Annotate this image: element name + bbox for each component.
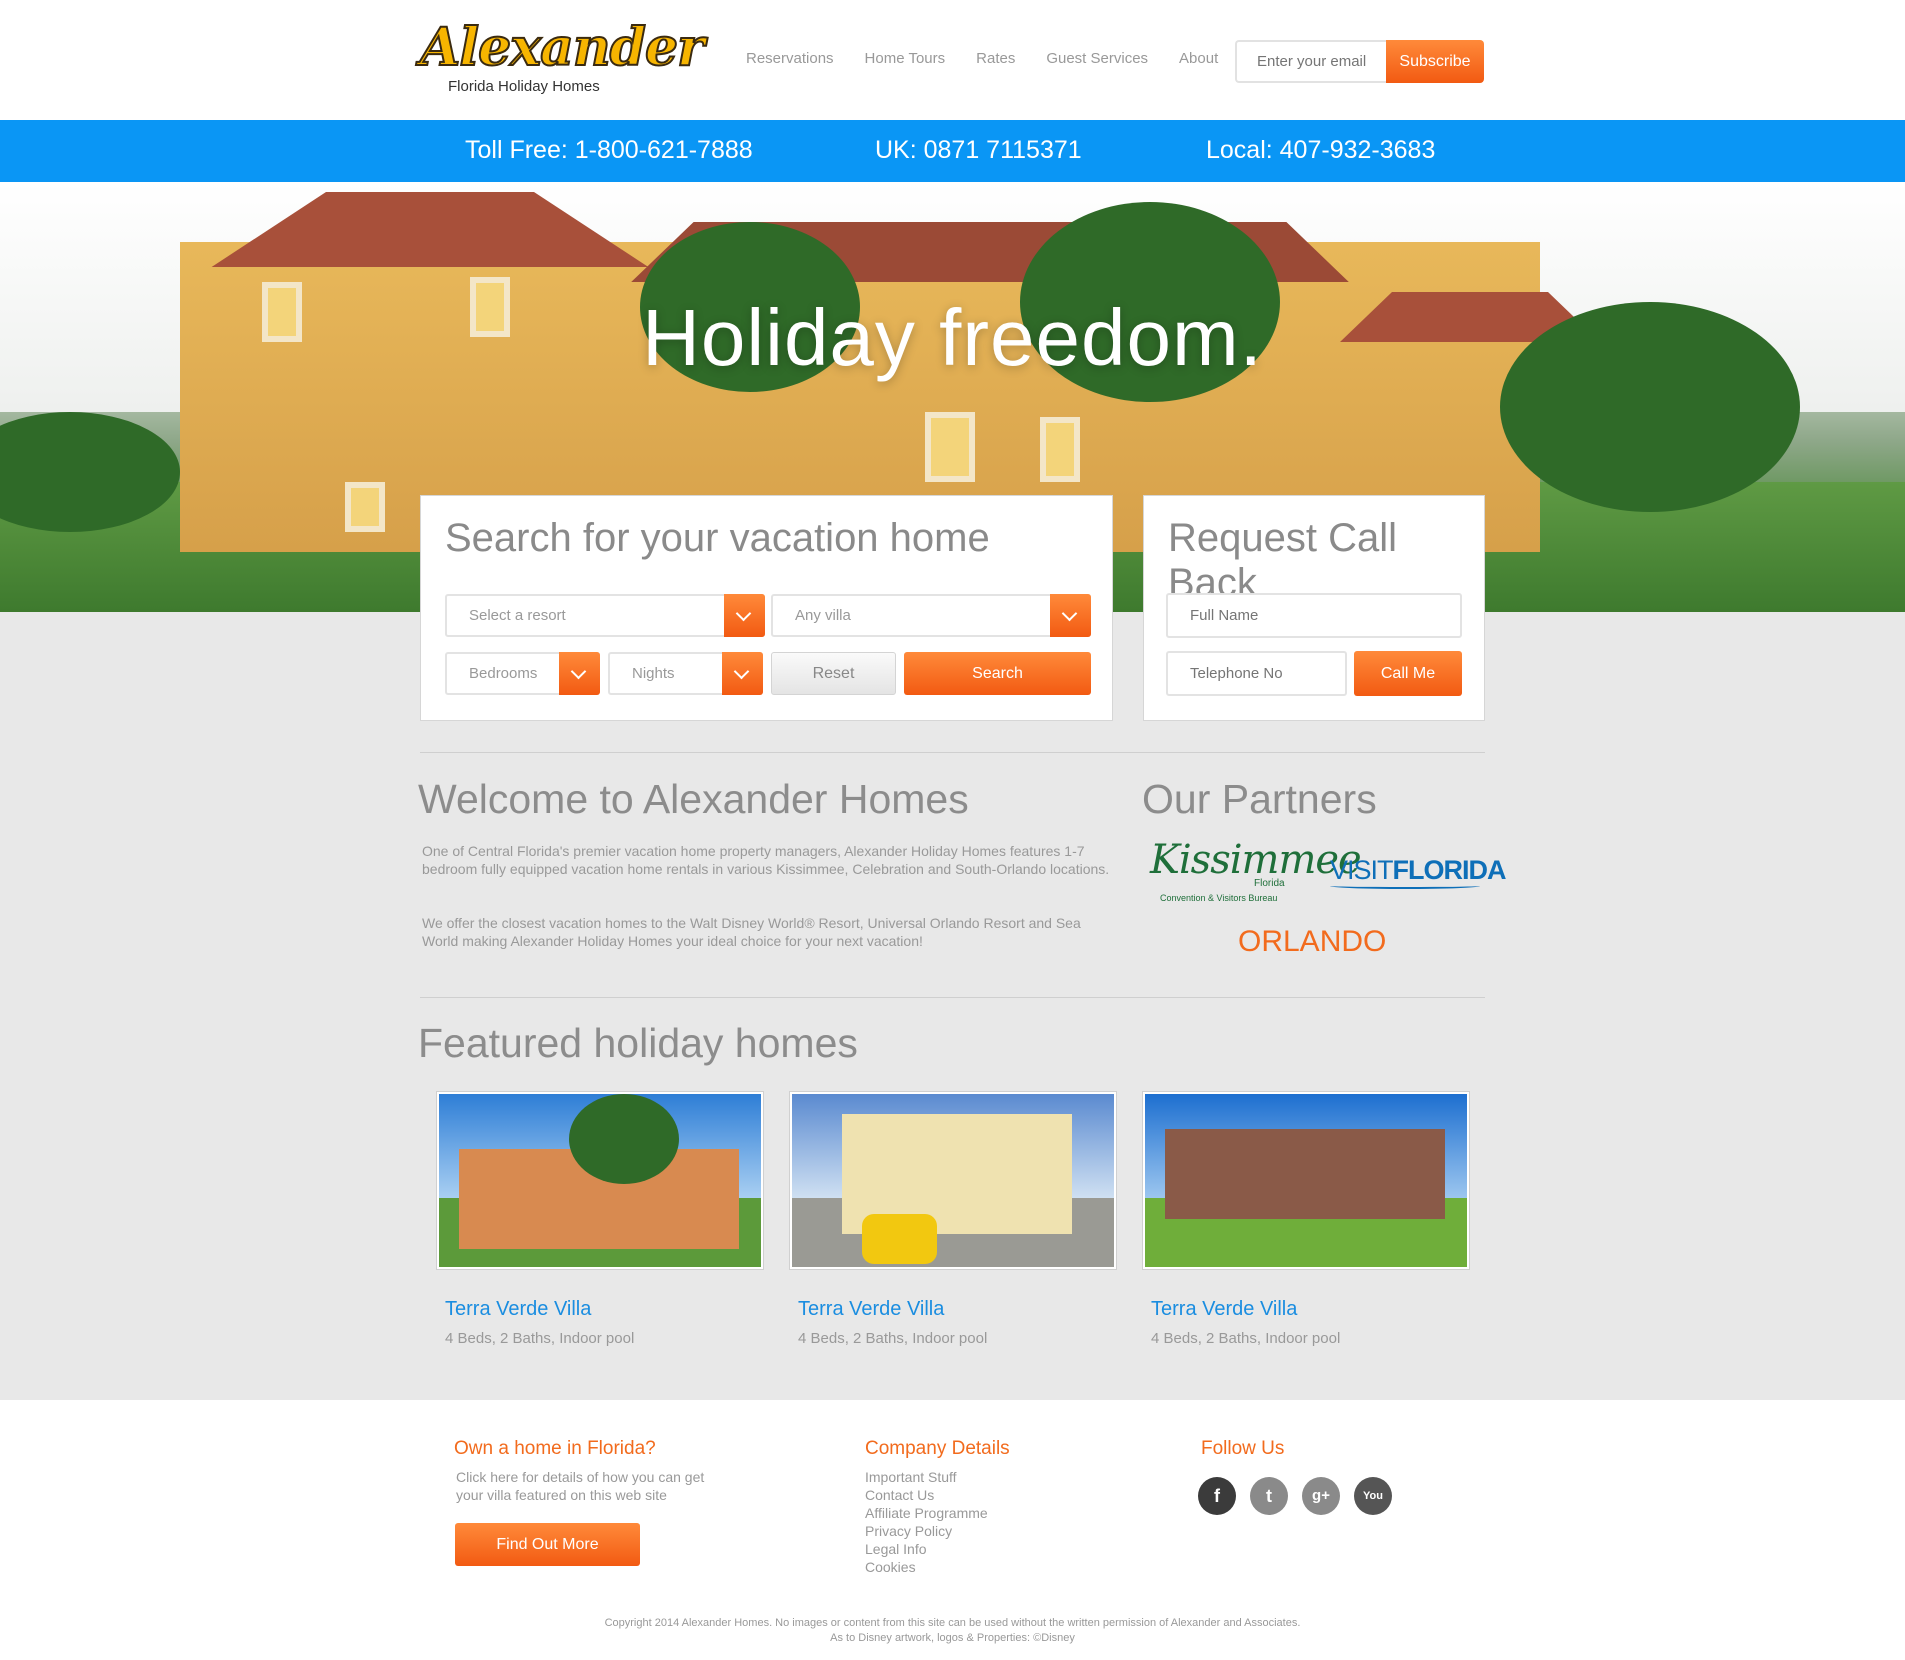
kissimmee-wordmark: Kissimmee [1150,837,1362,883]
photo-house [1165,1129,1445,1219]
villa-select-value: Any villa [795,607,851,624]
phone-local[interactable]: Local: 407-932-3683 [1206,136,1435,165]
photo-car [862,1214,937,1264]
chevron-down-icon[interactable] [722,652,763,695]
chevron-down-icon[interactable] [1050,594,1091,637]
search-button[interactable]: Search [904,652,1091,695]
nav-about[interactable]: About [1179,50,1218,67]
call-me-button[interactable]: Call Me [1354,651,1462,696]
partners-title: Our Partners [1142,776,1377,822]
featured-home-details: 4 Beds, 2 Baths, Indoor pool [445,1330,635,1347]
reset-button[interactable]: Reset [771,652,896,695]
featured-home-photo[interactable] [436,1091,764,1270]
featured-home-card[interactable]: Terra Verde Villa 4 Beds, 2 Baths, Indoo… [1142,1091,1470,1347]
full-name-input[interactable] [1166,593,1462,638]
facebook-icon[interactable]: f [1198,1477,1236,1515]
logo-tagline: Florida Holiday Homes [448,78,600,95]
welcome-paragraph: We offer the closest vacation homes to t… [422,915,1081,949]
copyright-line: Copyright 2014 Alexander Homes. No image… [604,1617,1301,1629]
nights-select-value: Nights [632,665,675,682]
hero-window [925,412,975,482]
footer-link-important-stuff[interactable]: Important Stuff [865,1468,988,1486]
nav-rates[interactable]: Rates [976,50,1015,67]
subscribe-button[interactable]: Subscribe [1386,40,1484,83]
nights-select[interactable]: Nights [608,652,763,695]
phone-bar: Toll Free: 1-800-621-7888 UK: 0871 71153… [0,120,1905,182]
search-title: Search for your vacation home [445,516,990,560]
featured-home-photo[interactable] [789,1091,1117,1270]
footer-link-legal-info[interactable]: Legal Info [865,1540,988,1558]
footer-link-cookies[interactable]: Cookies [865,1558,988,1576]
bedrooms-select[interactable]: Bedrooms [445,652,600,695]
visit-florida-word: FLORIDA [1392,855,1507,885]
own-home-title: Own a home in Florida? [454,1438,656,1459]
kissimmee-logo[interactable]: Kissimmee Florida Convention & Visitors … [1150,837,1362,908]
site-header: Alexander Florida Holiday Homes Reservat… [0,0,1905,120]
footer-link-contact-us[interactable]: Contact Us [865,1486,988,1504]
nav-reservations[interactable]: Reservations [746,50,834,67]
visit-florida-logo[interactable]: VISITFLORIDA [1330,855,1506,886]
nav-guest-services[interactable]: Guest Services [1046,50,1148,67]
divider [420,997,1485,998]
logo-wordmark: Alexander [419,17,706,79]
resort-select-value: Select a resort [469,607,566,624]
phone-uk[interactable]: UK: 0871 7115371 [875,136,1082,165]
site-logo[interactable]: Alexander Florida Holiday Homes [419,17,706,104]
hero-title: Holiday freedom. [642,293,1263,382]
footer-link-affiliate-programme[interactable]: Affiliate Programme [865,1504,988,1522]
hero-window [345,482,385,532]
photo-palm [569,1094,679,1184]
welcome-title: Welcome to Alexander Homes [418,776,969,822]
copyright-line: As to Disney artwork, logos & Properties… [830,1632,1075,1644]
main-nav: Reservations Home Tours Rates Guest Serv… [746,50,1249,67]
company-details-title: Company Details [865,1438,1010,1459]
kissimmee-state: Florida [1254,878,1285,889]
featured-home-photo[interactable] [1142,1091,1470,1270]
featured-home-card[interactable]: Terra Verde Villa 4 Beds, 2 Baths, Indoo… [436,1091,764,1347]
kissimmee-subtitle: Convention & Visitors Bureau [1160,893,1278,903]
hero-window [1040,417,1080,482]
featured-home-details: 4 Beds, 2 Baths, Indoor pool [798,1330,988,1347]
featured-home-name[interactable]: Terra Verde Villa [445,1298,591,1321]
copyright-notice: Copyright 2014 Alexander Homes. No image… [0,1616,1905,1646]
villa-select[interactable]: Any villa [771,594,1091,637]
own-home-text[interactable]: Click here for details of how you can ge… [456,1468,706,1504]
bedrooms-select-value: Bedrooms [469,665,538,682]
divider [420,752,1485,753]
chevron-down-icon[interactable] [559,652,600,695]
welcome-paragraph: One of Central Florida's premier vacatio… [422,843,1110,877]
visit-florida-word: VISIT [1330,855,1394,885]
orlando-logo[interactable]: ORLANDO [1238,925,1386,959]
visit-florida-wave [1330,883,1480,889]
follow-us-title: Follow Us [1201,1438,1285,1459]
search-panel: Search for your vacation home Select a r… [420,495,1113,721]
featured-home-name[interactable]: Terra Verde Villa [798,1298,944,1321]
resort-select[interactable]: Select a resort [445,594,765,637]
google-plus-icon[interactable]: g+ [1302,1477,1340,1515]
site-footer: Own a home in Florida? Click here for de… [0,1400,1905,1660]
twitter-icon[interactable]: t [1250,1477,1288,1515]
telephone-input[interactable] [1166,651,1347,696]
callback-panel: Request Call Back Call Me [1143,495,1485,721]
phone-toll-free[interactable]: Toll Free: 1-800-621-7888 [465,136,753,165]
find-out-more-button[interactable]: Find Out More [455,1523,640,1566]
footer-link-privacy-policy[interactable]: Privacy Policy [865,1522,988,1540]
youtube-icon[interactable]: You [1354,1477,1392,1515]
featured-home-card[interactable]: Terra Verde Villa 4 Beds, 2 Baths, Indoo… [789,1091,1117,1347]
featured-title: Featured holiday homes [418,1020,858,1066]
chevron-down-icon[interactable] [724,594,765,637]
company-links: Important Stuff Contact Us Affiliate Pro… [865,1468,988,1576]
newsletter-email-input[interactable] [1235,40,1387,83]
featured-home-name[interactable]: Terra Verde Villa [1151,1298,1297,1321]
featured-home-details: 4 Beds, 2 Baths, Indoor pool [1151,1330,1341,1347]
nav-home-tours[interactable]: Home Tours [865,50,946,67]
